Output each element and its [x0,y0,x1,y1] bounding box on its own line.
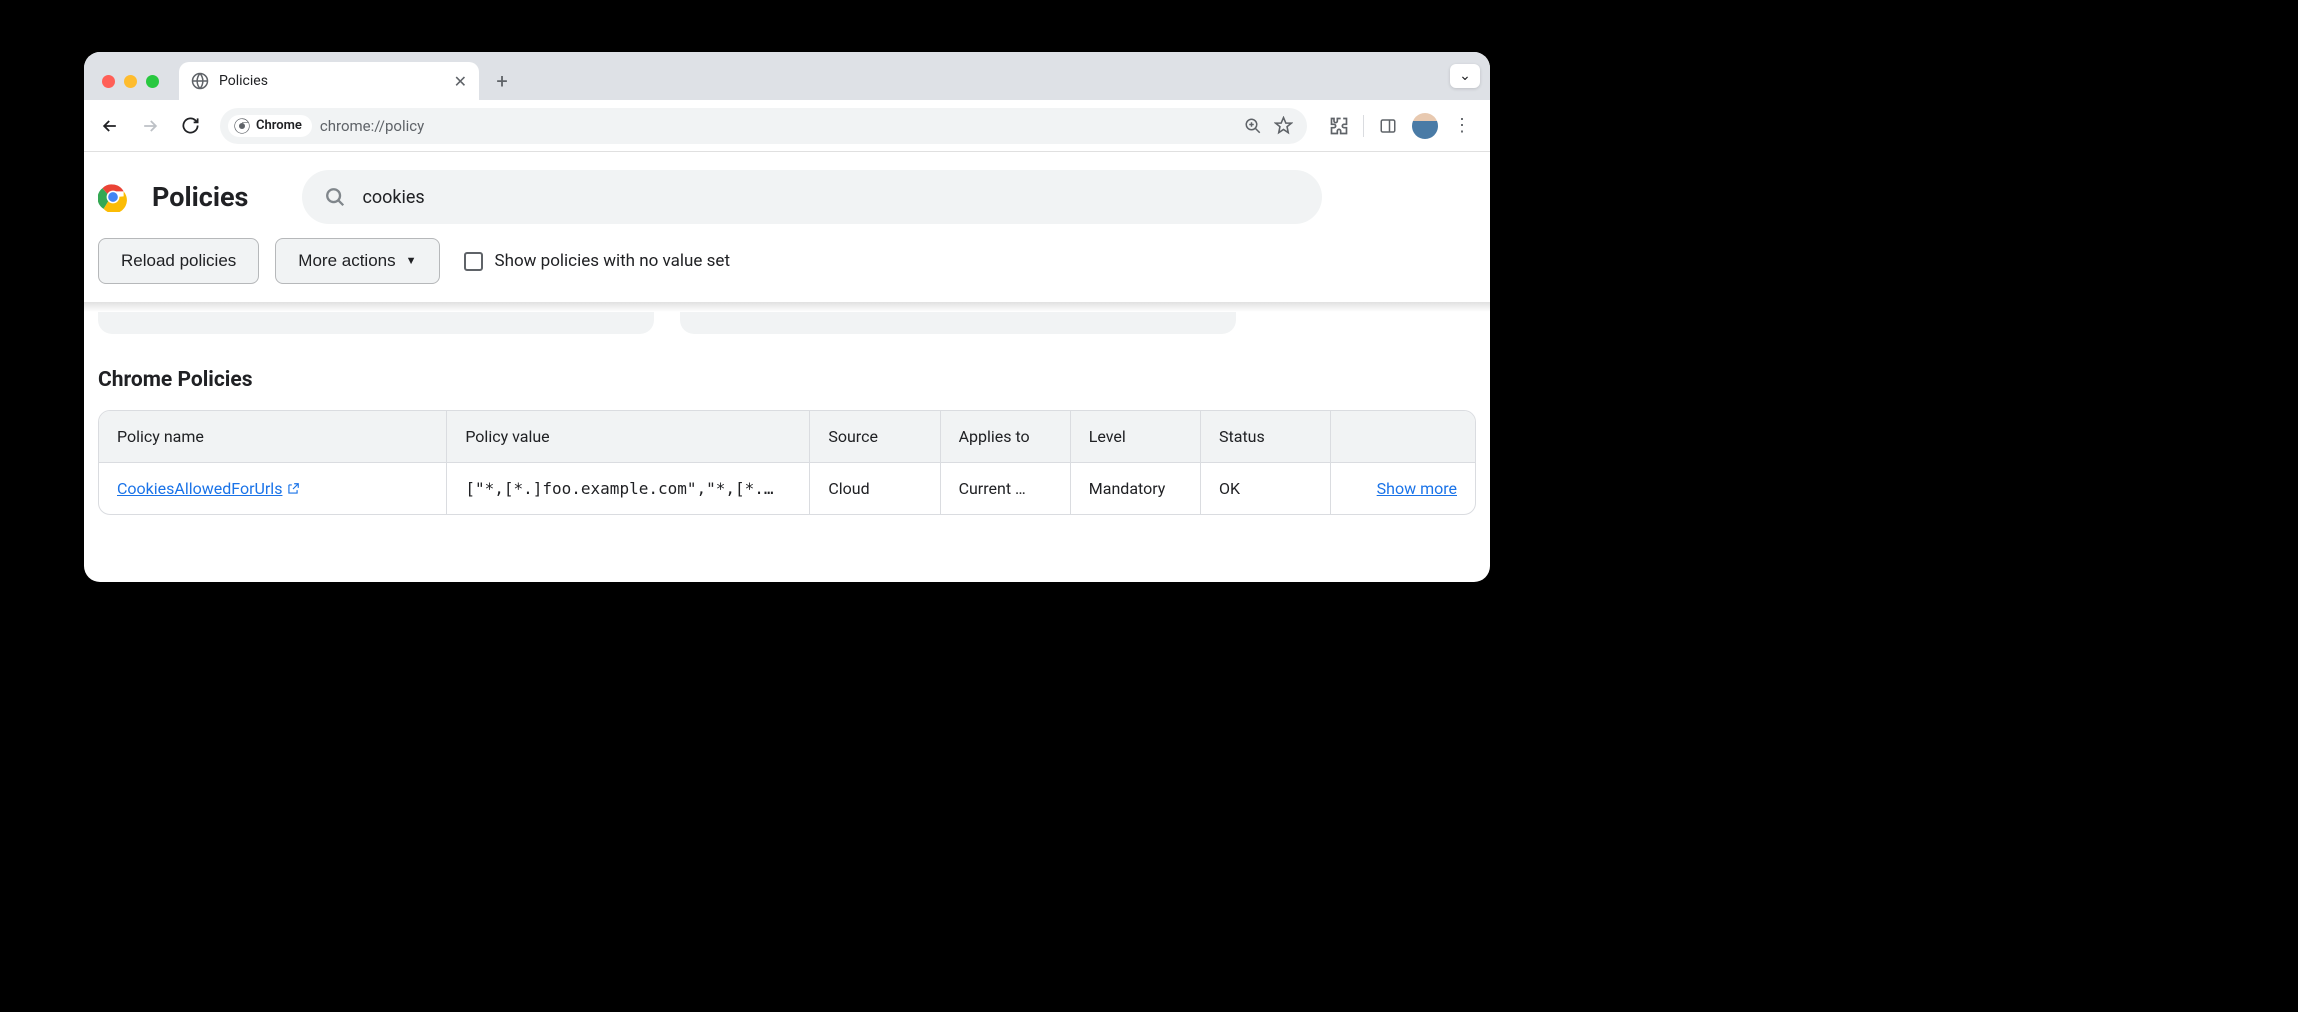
policy-search-input[interactable]: cookies [302,170,1322,224]
bookmark-star-icon[interactable] [1274,116,1293,135]
policy-level-cell: Mandatory [1070,463,1200,514]
arrow-right-icon [140,116,160,136]
checkbox-icon [464,252,483,271]
caret-down-icon: ▼ [406,255,417,267]
browser-toolbar: Chrome chrome://policy ⋮ [84,100,1490,152]
back-button[interactable] [92,108,128,144]
table-header-row: Policy name Policy value Source Applies … [99,411,1475,463]
chrome-chip: Chrome [228,115,312,137]
policy-applies-cell: Current … [940,463,1070,514]
window-minimize-button[interactable] [124,75,137,88]
close-tab-button[interactable]: ✕ [454,72,467,91]
chrome-logo-icon [98,182,128,212]
window-maximize-button[interactable] [146,75,159,88]
col-level: Level [1070,411,1200,463]
col-source: Source [809,411,939,463]
show-no-value-toggle[interactable]: Show policies with no value set [464,251,731,271]
page-header: Policies cookies [84,152,1490,238]
status-cards-row [84,312,1490,334]
address-bar[interactable]: Chrome chrome://policy [220,108,1307,144]
globe-icon [191,72,209,90]
section-title: Chrome Policies [84,334,1490,410]
tab-strip: Policies ✕ + ⌄ [84,52,1490,100]
policy-table: Policy name Policy value Source Applies … [98,410,1476,515]
external-link-icon [286,482,300,496]
extensions-button[interactable] [1325,112,1353,140]
browser-window: Policies ✕ + ⌄ Chrome chrom [84,52,1490,582]
col-actions [1330,411,1475,463]
refresh-icon [181,116,200,135]
col-policy-name: Policy name [99,411,446,463]
arrow-left-icon [100,116,120,136]
browser-menu-button[interactable]: ⋮ [1448,112,1476,140]
reload-button[interactable] [172,108,208,144]
table-row: CookiesAllowedForUrls ["*,[*.]foo.exampl… [99,463,1475,514]
forward-button[interactable] [132,108,168,144]
status-card [98,312,654,334]
show-no-value-label: Show policies with no value set [495,251,731,271]
show-more-link[interactable]: Show more [1377,479,1457,498]
reload-policies-label: Reload policies [121,251,236,271]
side-panel-button[interactable] [1374,112,1402,140]
divider [1363,115,1364,137]
policy-status-cell: OK [1200,463,1330,514]
policy-name-link[interactable]: CookiesAllowedForUrls [117,479,300,498]
page-title: Policies [152,181,248,213]
toolbar-right: ⋮ [1319,112,1482,140]
more-actions-button[interactable]: More actions ▼ [275,238,439,284]
policy-value-cell: ["*,[*.]foo.example.com","*,[*.… [446,463,809,514]
policy-source-cell: Cloud [809,463,939,514]
zoom-icon[interactable] [1244,117,1262,135]
action-row: Reload policies More actions ▼ Show poli… [84,238,1490,302]
browser-tab[interactable]: Policies ✕ [179,62,479,100]
reload-policies-button[interactable]: Reload policies [98,238,259,284]
new-tab-button[interactable]: + [487,66,517,96]
chevron-down-icon: ⌄ [1459,68,1471,84]
url-text: chrome://policy [320,117,424,135]
policy-name-text: CookiesAllowedForUrls [117,479,282,498]
chrome-chip-label: Chrome [256,118,302,133]
tabs-dropdown-button[interactable]: ⌄ [1450,64,1480,88]
chrome-icon [234,118,250,134]
panel-icon [1379,117,1397,135]
search-icon [324,186,346,208]
more-actions-label: More actions [298,251,395,271]
page-content: Policies cookies Reload policies More ac… [84,152,1490,582]
col-policy-value: Policy value [446,411,809,463]
search-value: cookies [362,187,424,208]
tab-title: Policies [219,73,444,89]
col-applies-to: Applies to [940,411,1070,463]
col-status: Status [1200,411,1330,463]
window-controls [96,75,169,100]
header-shadow [84,302,1490,312]
puzzle-icon [1329,116,1349,136]
status-card [680,312,1236,334]
profile-avatar[interactable] [1412,113,1438,139]
window-close-button[interactable] [102,75,115,88]
